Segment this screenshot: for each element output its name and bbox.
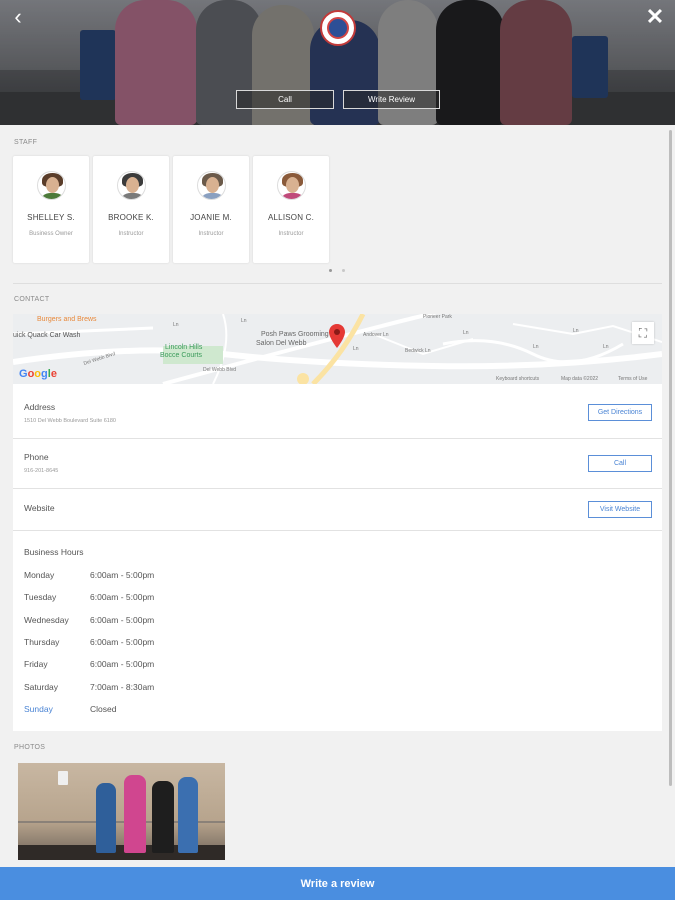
map-street-label: Ln [173,322,179,328]
photo-person [96,783,116,853]
staff-card[interactable]: ALLISON C. Instructor [253,156,329,263]
hours-row: Friday 6:00am - 5:00pm [24,659,154,669]
photo-person [152,781,174,853]
hero-write-review-button[interactable]: Write Review [343,90,440,109]
avatar [36,171,66,200]
map-street-label: Ln [241,318,247,324]
map-place-label: Salon Del Webb [256,340,307,347]
map-street-label: Bedwick Ln [405,348,431,354]
map-street-label: Ln [463,330,469,336]
pagination-dot-active[interactable] [329,269,332,272]
address-value: 1510 Del Webb Boulevard Suite 6180 [24,418,116,424]
map-data-label: Map data ©2022 [561,376,599,382]
photo-frame [58,771,68,785]
carousel-pagination[interactable] [329,269,345,272]
website-row: Website Visit Website [13,489,662,531]
business-hours-title: Business Hours [24,547,84,557]
map-terms-link[interactable]: Terms of Use [618,376,647,382]
address-title: Address [24,402,56,412]
address-row: Address 1510 Del Webb Boulevard Suite 61… [13,384,662,439]
staff-name: JOANIE M. [190,213,232,222]
staff-role: Business Owner [29,231,73,237]
staff-section-label: STAFF [14,139,38,146]
avatar [276,171,306,200]
map-street-label: Andover Ln [363,332,389,338]
hours-day: Friday [24,659,48,669]
business-logo [320,10,356,46]
map-place-label: Burgers and Brews [37,316,97,323]
hours-time: 6:00am - 5:00pm [90,592,155,602]
hours-row: Monday 6:00am - 5:00pm [24,570,154,580]
map-street-label: Ln [573,328,579,334]
close-icon[interactable]: ✕ [643,6,667,30]
photo-person [124,775,146,853]
phone-value: 916-201-8645 [24,468,59,474]
hours-time: 6:00am - 5:00pm [90,637,155,647]
hours-time: 6:00am - 5:00pm [90,615,155,625]
photo-person [178,777,198,853]
map-street-label: Ln [603,344,609,350]
map[interactable]: Burgers and Brews uick Quack Car Wash Po… [13,314,662,384]
pagination-dot[interactable] [342,269,345,272]
map-keyboard-link[interactable]: Keyboard shortcuts [496,376,539,382]
map-street-label: Ln [533,344,539,350]
hours-row: Thursday 6:00am - 5:00pm [24,637,154,647]
contact-card: Address 1510 Del Webb Boulevard Suite 61… [13,384,662,731]
staff-carousel[interactable]: SHELLEY S. Business Owner BROOKE K. Inst… [13,156,329,263]
map-street-label: Pioneer Park [423,314,452,320]
staff-role: Instructor [118,231,144,237]
scrollbar[interactable] [669,130,672,786]
hours-day: Saturday [24,682,59,692]
call-button[interactable]: Call [588,455,652,472]
back-arrow-icon[interactable]: ‹ [6,6,30,30]
divider [13,283,662,284]
map-place-label: Bocce Courts [160,352,203,359]
staff-card[interactable]: BROOKE K. Instructor [93,156,169,263]
contact-section-label: CONTACT [14,296,50,303]
fullscreen-icon[interactable]: ⛶ [632,322,654,344]
hours-time: 6:00am - 5:00pm [90,659,155,669]
hours-day: Wednesday [24,615,69,625]
staff-name: BROOKE K. [108,213,154,222]
staff-card[interactable]: SHELLEY S. Business Owner [13,156,89,263]
avatar [196,171,226,200]
phone-title: Phone [24,452,49,462]
hours-time: 6:00am - 5:00pm [90,570,155,580]
visit-website-button[interactable]: Visit Website [588,501,652,518]
staff-card[interactable]: JOANIE M. Instructor [173,156,249,263]
hours-day-today: Sunday [24,704,53,714]
staff-name: ALLISON C. [267,213,314,222]
hours-time: Closed [90,704,117,714]
hours-row: Sunday Closed [24,704,116,714]
photos-section-label: PHOTOS [14,744,46,751]
hero-image: ‹ ✕ Call Write Review [0,0,675,125]
map-place-label: uick Quack Car Wash [13,332,81,339]
hours-time: 7:00am - 8:30am [90,682,155,692]
hero-call-button[interactable]: Call [236,90,334,109]
hours-row: Saturday 7:00am - 8:30am [24,682,154,692]
phone-row: Phone 916-201-8645 Call [13,439,662,489]
avatar [116,171,146,200]
map-place-label: Posh Paws Grooming [261,331,329,338]
map-pin-icon[interactable] [329,324,345,348]
hours-row: Wednesday 6:00am - 5:00pm [24,615,154,625]
hours-day: Monday [24,570,55,580]
write-a-review-button[interactable]: Write a review [0,867,675,900]
business-photo[interactable] [18,763,225,860]
hours-row: Tuesday 6:00am - 5:00pm [24,592,154,602]
hours-day: Thursday [24,637,60,647]
map-street-label: Del Webb Blvd [203,367,236,373]
staff-role: Instructor [198,231,224,237]
hours-day: Tuesday [24,592,57,602]
website-title: Website [24,503,55,513]
google-logo: Google [19,368,57,380]
staff-role: Instructor [278,231,304,237]
map-place-label: Lincoln Hills [165,344,203,351]
map-street-label: Ln [353,346,359,352]
staff-name: SHELLEY S. [27,213,75,222]
get-directions-button[interactable]: Get Directions [588,404,652,421]
